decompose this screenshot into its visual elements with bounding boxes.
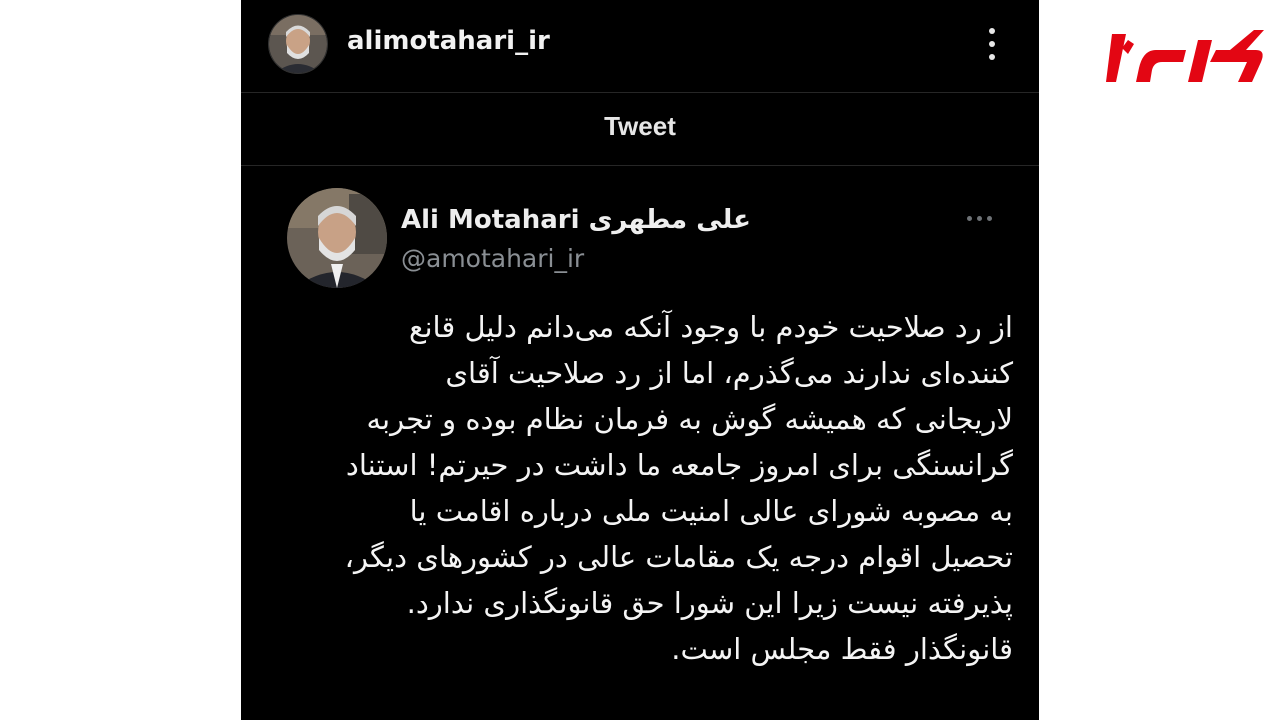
rokna-logo <box>1106 20 1266 90</box>
instagram-post: alimotahari_ir Tweet Ali Motahari علی مط… <box>241 0 1039 720</box>
tweet-title-bar: Tweet <box>241 93 1039 166</box>
tweet-text-line: تحصیل اقوام درجه یک مقامات عالی در کشوره… <box>344 540 1013 574</box>
tweet-display-name[interactable]: Ali Motahari علی مطهری <box>401 205 751 235</box>
instagram-header: alimotahari_ir <box>241 0 1039 93</box>
tweet-text-line: به مصوبه شورای عالی امنیت ملی درباره اقا… <box>409 494 1013 528</box>
more-vertical-icon[interactable] <box>981 26 1003 62</box>
tweet-handle[interactable]: @amotahari_ir <box>401 244 584 273</box>
tweet-text: از رد صلاحیت خودم با وجود آنکه می‌دانم د… <box>261 304 1013 684</box>
profile-avatar[interactable] <box>268 14 328 74</box>
tweet-bar-title: Tweet <box>604 111 676 141</box>
tweet-text-line: گرانسنگی برای امروز جامعه ما داشت در حیر… <box>345 448 1013 482</box>
tweet-author-avatar[interactable] <box>287 188 387 288</box>
profile-username[interactable]: alimotahari_ir <box>347 26 550 56</box>
tweet-text-line: از رد صلاحیت خودم با وجود آنکه می‌دانم د… <box>409 310 1013 344</box>
tweet-text-line: کننده‌ای ندارند می‌گذرم، اما از رد صلاحی… <box>445 356 1013 390</box>
tweet-text-line: لاریجانی که همیشه گوش به فرمان نظام بوده… <box>366 402 1013 436</box>
tweet-text-line: پذیرفته نیست زیرا این شورا حق قانونگذاری… <box>406 586 1013 620</box>
tweet-text-line: قانونگذار فقط مجلس است. <box>671 632 1013 666</box>
more-horizontal-icon[interactable] <box>965 210 995 226</box>
